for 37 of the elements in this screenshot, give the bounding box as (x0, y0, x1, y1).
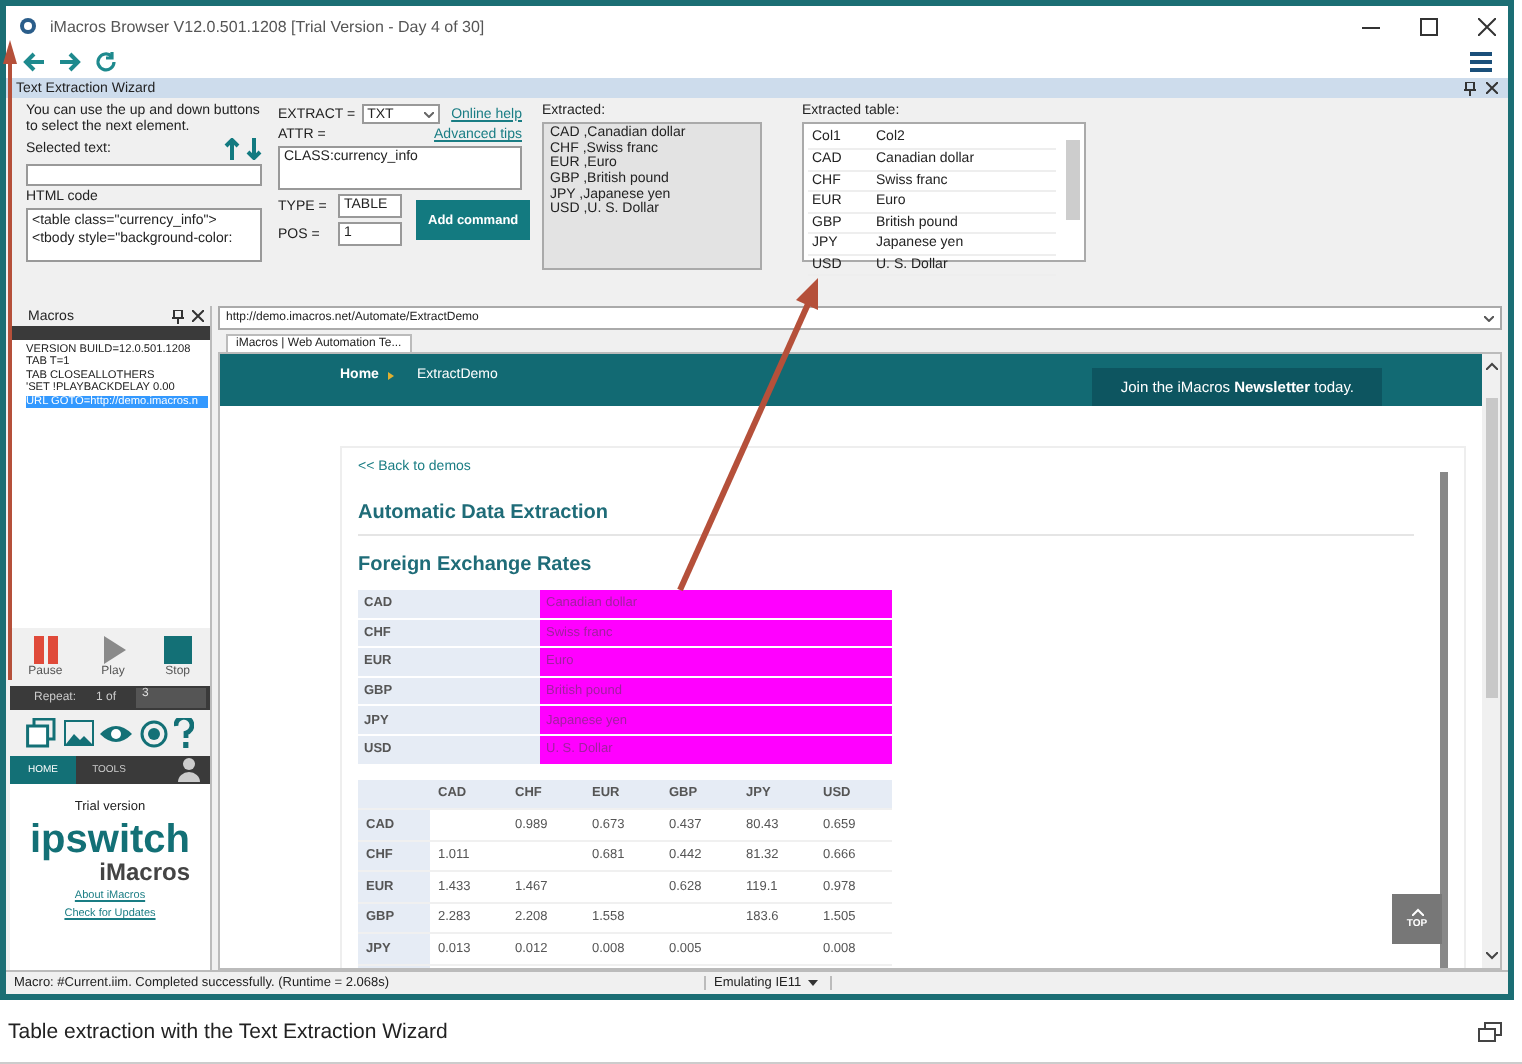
pin-icon[interactable] (1464, 81, 1476, 95)
close-icon[interactable] (1478, 17, 1496, 35)
page-heading: Automatic Data Extraction (358, 502, 1414, 536)
scrollbar[interactable] (1440, 472, 1448, 968)
brand-logo: ipswitch (29, 820, 190, 860)
image-icon[interactable] (63, 720, 93, 746)
forward-icon[interactable] (58, 50, 82, 74)
menu-icon[interactable] (1470, 52, 1492, 72)
scroll-up-icon[interactable] (1485, 362, 1497, 370)
restore-icon[interactable] (1478, 1021, 1502, 1041)
target-icon[interactable] (139, 719, 167, 747)
caret-up-icon (1411, 908, 1423, 916)
dropdown-caret-icon (423, 111, 434, 117)
selected-text-field[interactable] (26, 164, 262, 187)
pin-icon[interactable] (172, 309, 184, 323)
window-title: iMacros Browser V12.0.501.1208 [Trial Version - Day 4 of 30] (50, 17, 485, 35)
eye-icon[interactable] (100, 723, 132, 743)
close-icon[interactable] (192, 310, 204, 322)
app-icon (18, 16, 38, 36)
product-name: iMacros (99, 860, 190, 884)
back-icon[interactable] (22, 50, 46, 74)
scrollbar[interactable] (1482, 354, 1500, 968)
dropdown-caret-icon[interactable] (1484, 315, 1494, 321)
down-arrow-icon[interactable] (246, 138, 262, 161)
breadcrumb-arrow-icon (388, 372, 395, 380)
windows-icon[interactable] (26, 718, 56, 748)
user-icon[interactable] (178, 758, 200, 782)
maximize-icon[interactable] (1420, 17, 1438, 35)
help-icon[interactable] (174, 718, 194, 748)
dropdown-caret-icon (807, 980, 818, 986)
scroll-down-icon[interactable] (1485, 952, 1497, 960)
scrollbar[interactable] (1066, 140, 1080, 220)
section-heading: Foreign Exchange Rates (358, 554, 594, 576)
up-arrow-icon[interactable] (224, 138, 240, 161)
refresh-icon[interactable] (94, 50, 118, 74)
close-icon[interactable] (1486, 82, 1498, 94)
caption-text: Table extraction with the Text Extraction Wizard (8, 1019, 448, 1043)
